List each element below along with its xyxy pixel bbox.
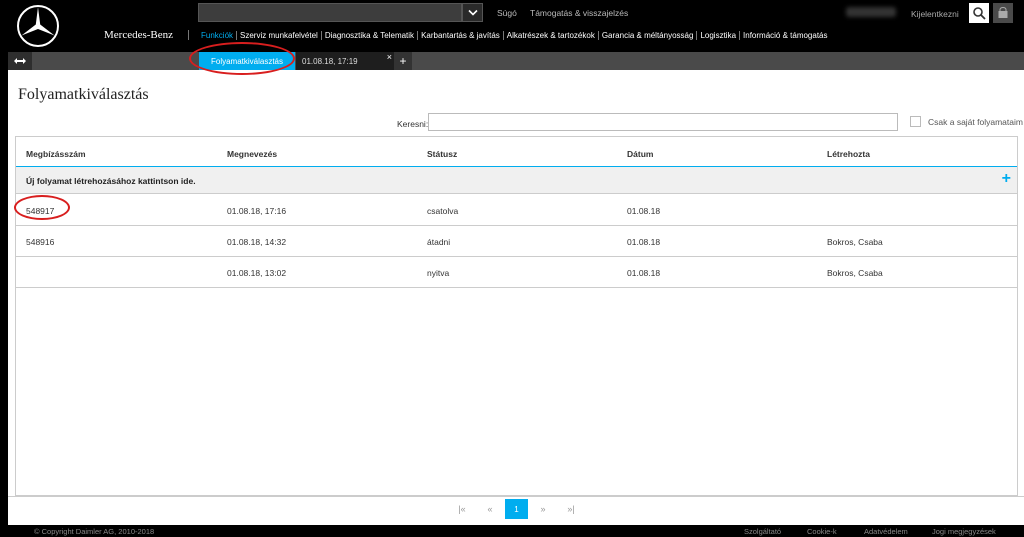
- cell-date: 01.08.18: [627, 268, 661, 278]
- process-tab-bar: Folyamatkiválasztás 01.08.18, 17:19 × +: [8, 52, 1024, 70]
- plus-icon[interactable]: +: [1002, 170, 1011, 188]
- cell-created-by: Bokros, Csaba: [827, 268, 883, 278]
- nav-divider: [502, 30, 504, 40]
- brand-divider: [188, 30, 189, 40]
- table-header: Megbízásszám Megnevezés Státusz Dátum Lé…: [16, 137, 1017, 167]
- column-header-order-number[interactable]: Megbízásszám: [26, 149, 86, 159]
- cell-date: 01.08.18: [627, 206, 661, 216]
- tab-process-timestamp-label: 01.08.18, 17:19: [302, 56, 358, 66]
- own-processes-label: Csak a saját folyamataim: [928, 117, 1023, 127]
- page-title: Folyamatkiválasztás: [18, 86, 149, 103]
- footer-link-privacy[interactable]: Adatvédelem: [864, 527, 908, 536]
- footer-link-cookies[interactable]: Cookie-k: [807, 527, 837, 536]
- mercedes-star-logo[interactable]: [16, 4, 60, 48]
- cell-created-by: Bokros, Csaba: [827, 237, 883, 247]
- column-header-name[interactable]: Megnevezés: [227, 149, 277, 159]
- nav-divider: [320, 30, 322, 40]
- column-header-created-by[interactable]: Létrehozta: [827, 149, 870, 159]
- cell-name: 01.08.18, 13:02: [227, 268, 287, 278]
- cell-order-number: 548917: [26, 206, 55, 216]
- main-navigation: Funkciók Szerviz munkafelvétel Diagnoszt…: [201, 29, 828, 41]
- main-content: Folyamatkiválasztás Keresni: Csak a sajá…: [8, 70, 1024, 525]
- close-icon[interactable]: ×: [387, 53, 392, 62]
- footer-link-legal[interactable]: Jogi megjegyzések: [932, 527, 996, 536]
- table-row[interactable]: 548917 01.08.18, 17:16 csatolva 01.08.18: [16, 195, 1017, 226]
- pagination: |« « 1 » »|: [8, 496, 1024, 520]
- user-name-blurred: [846, 7, 896, 17]
- top-header: Mercedes-Benz Súgó Támogatás & visszajel…: [0, 0, 1024, 52]
- own-processes-checkbox[interactable]: [910, 116, 921, 127]
- cart-button[interactable]: [993, 3, 1013, 23]
- cell-status: nyitva: [427, 268, 450, 278]
- footer-link-provider[interactable]: Szolgáltató: [744, 527, 781, 536]
- cell-name: 01.08.18, 14:32: [227, 237, 287, 247]
- add-tab-button[interactable]: +: [394, 52, 412, 70]
- brand-name: Mercedes-Benz: [104, 29, 174, 41]
- nav-divider: [236, 30, 238, 40]
- outlet-select[interactable]: [198, 3, 462, 22]
- table-row[interactable]: 01.08.18, 13:02 nyitva 01.08.18 Bokros, …: [16, 257, 1017, 288]
- last-page-button[interactable]: »|: [560, 503, 582, 515]
- nav-item-parts[interactable]: Alkatrészek & tartozékok: [507, 31, 595, 40]
- cell-status: átadni: [427, 237, 451, 247]
- nav-item-warranty[interactable]: Garancia & méltányosság: [602, 31, 694, 40]
- previous-page-button[interactable]: «: [479, 503, 501, 515]
- support-feedback-link[interactable]: Támogatás & visszajelzés: [530, 8, 628, 18]
- nav-item-maintenance[interactable]: Karbantartás & javítás: [421, 31, 500, 40]
- nav-item-functions[interactable]: Funkciók: [201, 31, 233, 40]
- footer: © Copyright Daimler AG, 2010-2018 Szolgá…: [0, 525, 1024, 537]
- column-header-date[interactable]: Dátum: [627, 149, 653, 159]
- tab-process-timestamp[interactable]: 01.08.18, 17:19 ×: [296, 52, 394, 70]
- outlet-select-toggle[interactable]: [462, 3, 483, 22]
- logout-link[interactable]: Kijelentkezni: [911, 9, 959, 19]
- first-page-button[interactable]: |«: [451, 503, 473, 515]
- nav-divider: [696, 30, 698, 40]
- nav-divider: [739, 30, 741, 40]
- nav-divider: [417, 30, 419, 40]
- nav-item-diagnostics[interactable]: Diagnosztika & Telematik: [325, 31, 414, 40]
- nav-divider: [597, 30, 599, 40]
- cell-order-number: 548916: [26, 237, 55, 247]
- double-arrow-icon: [14, 58, 26, 64]
- next-page-button[interactable]: »: [532, 503, 554, 515]
- nav-item-service-reception[interactable]: Szerviz munkafelvétel: [240, 31, 318, 40]
- help-link[interactable]: Súgó: [497, 8, 517, 18]
- search-input[interactable]: [428, 113, 898, 131]
- cell-date: 01.08.18: [627, 237, 661, 247]
- cell-status: csatolva: [427, 206, 459, 216]
- cell-name: 01.08.18, 17:16: [227, 206, 287, 216]
- tab-process-selection[interactable]: Folyamatkiválasztás: [199, 52, 295, 70]
- chevron-down-icon: [468, 9, 478, 16]
- nav-item-info-support[interactable]: Információ & támogatás: [743, 31, 827, 40]
- search-icon: [973, 7, 986, 20]
- sidebar-toggle-button[interactable]: [8, 52, 32, 70]
- table-row[interactable]: 548916 01.08.18, 14:32 átadni 01.08.18 B…: [16, 226, 1017, 257]
- new-process-row[interactable]: Új folyamat létrehozásához kattintson id…: [16, 167, 1017, 194]
- search-button[interactable]: [969, 3, 989, 23]
- search-label: Keresni:: [397, 119, 429, 129]
- column-header-status[interactable]: Státusz: [427, 149, 457, 159]
- new-process-label: Új folyamat létrehozásához kattintson id…: [26, 176, 196, 186]
- process-table: Megbízásszám Megnevezés Státusz Dátum Lé…: [15, 136, 1018, 496]
- cart-icon: [998, 7, 1008, 18]
- current-page-button[interactable]: 1: [505, 499, 528, 519]
- nav-item-logistics[interactable]: Logisztika: [700, 31, 736, 40]
- copyright-text: © Copyright Daimler AG, 2010-2018: [34, 527, 155, 536]
